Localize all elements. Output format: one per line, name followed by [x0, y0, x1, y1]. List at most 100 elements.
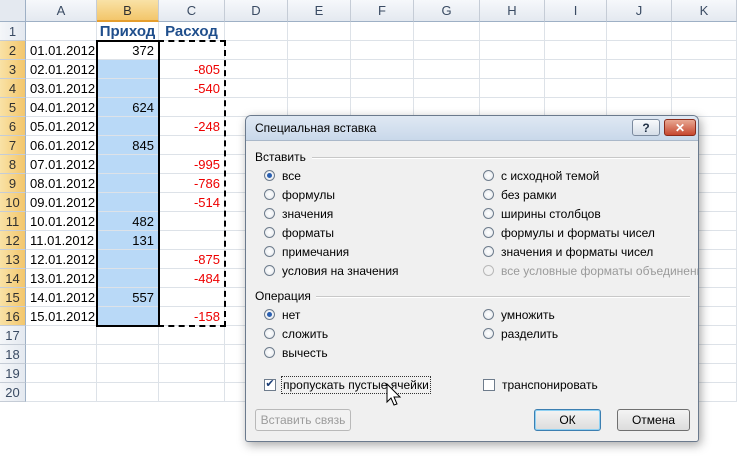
paste-extra-option-4[interactable]: значения и форматы чисел — [483, 243, 653, 260]
cell[interactable] — [607, 79, 672, 98]
operation-extra-option-0[interactable]: умножить — [483, 306, 555, 323]
cell[interactable] — [414, 22, 480, 41]
date-cell[interactable]: 08.01.2012 — [26, 174, 97, 193]
expense-cell[interactable] — [159, 136, 225, 155]
cancel-button[interactable]: Отмена — [617, 409, 690, 431]
cell[interactable] — [288, 60, 351, 79]
cell[interactable] — [351, 79, 414, 98]
income-cell[interactable]: 372 — [97, 41, 159, 60]
cell[interactable] — [351, 41, 414, 60]
row-header-19[interactable]: 19 — [0, 364, 26, 383]
date-cell[interactable]: 13.01.2012 — [26, 269, 97, 288]
paste-extra-option-1[interactable]: без рамки — [483, 186, 557, 203]
cell[interactable] — [26, 326, 97, 345]
cell[interactable] — [288, 22, 351, 41]
cell[interactable] — [97, 364, 159, 383]
income-cell[interactable] — [97, 269, 159, 288]
expense-cell[interactable]: -805 — [159, 60, 225, 79]
cell[interactable] — [414, 41, 480, 60]
cell[interactable] — [225, 22, 288, 41]
row-header-2[interactable]: 2 — [0, 41, 26, 60]
expense-cell[interactable]: -158 — [159, 307, 225, 326]
cell[interactable] — [288, 79, 351, 98]
paste-extra-option-3[interactable]: формулы и форматы чисел — [483, 224, 655, 241]
expense-cell[interactable]: -484 — [159, 269, 225, 288]
date-cell[interactable]: 02.01.2012 — [26, 60, 97, 79]
operation-option-0[interactable]: нет — [264, 306, 300, 323]
row-header-20[interactable]: 20 — [0, 383, 26, 402]
expense-cell[interactable]: -995 — [159, 155, 225, 174]
column-header-i[interactable]: I — [545, 0, 607, 22]
cell[interactable] — [672, 41, 737, 60]
cell[interactable] — [545, 60, 607, 79]
date-cell[interactable]: 04.01.2012 — [26, 98, 97, 117]
cell[interactable] — [545, 79, 607, 98]
date-cell[interactable]: 14.01.2012 — [26, 288, 97, 307]
row-header-1[interactable]: 1 — [0, 22, 26, 41]
row-header-15[interactable]: 15 — [0, 288, 26, 307]
row-header-16[interactable]: 16 — [0, 307, 26, 326]
cell[interactable] — [672, 60, 737, 79]
date-cell[interactable]: 09.01.2012 — [26, 193, 97, 212]
column-header-b[interactable]: B — [97, 0, 159, 22]
income-cell[interactable] — [97, 60, 159, 79]
income-cell[interactable]: 482 — [97, 212, 159, 231]
close-button[interactable]: ✕ — [664, 119, 696, 136]
income-cell[interactable]: 557 — [97, 288, 159, 307]
income-cell[interactable] — [97, 174, 159, 193]
paste-extra-option-0[interactable]: с исходной темой — [483, 167, 599, 184]
cell[interactable] — [480, 60, 545, 79]
date-cell[interactable]: 11.01.2012 — [26, 231, 97, 250]
header-expense[interactable]: Расход — [159, 22, 225, 41]
column-header-c[interactable]: C — [159, 0, 225, 22]
cell[interactable] — [607, 60, 672, 79]
cell[interactable] — [97, 326, 159, 345]
row-header-4[interactable]: 4 — [0, 79, 26, 98]
help-button[interactable]: ? — [632, 119, 660, 136]
date-cell[interactable]: 03.01.2012 — [26, 79, 97, 98]
paste-option-1[interactable]: формулы — [264, 186, 335, 203]
income-cell[interactable]: 845 — [97, 136, 159, 155]
cell[interactable] — [480, 41, 545, 60]
cell[interactable] — [607, 22, 672, 41]
date-cell[interactable]: 05.01.2012 — [26, 117, 97, 136]
cell[interactable] — [159, 383, 225, 402]
operation-option-2[interactable]: вычесть — [264, 344, 328, 361]
expense-cell[interactable] — [159, 288, 225, 307]
row-header-11[interactable]: 11 — [0, 212, 26, 231]
cell[interactable] — [225, 60, 288, 79]
cell[interactable] — [26, 22, 97, 41]
row-header-13[interactable]: 13 — [0, 250, 26, 269]
expense-cell[interactable]: -248 — [159, 117, 225, 136]
income-cell[interactable]: 624 — [97, 98, 159, 117]
row-header-5[interactable]: 5 — [0, 98, 26, 117]
cell[interactable] — [545, 41, 607, 60]
transpose-checkbox[interactable]: транспонировать — [483, 376, 598, 393]
expense-cell[interactable] — [159, 41, 225, 60]
cell[interactable] — [414, 79, 480, 98]
skip-blanks-checkbox[interactable]: ✔ пропускать пустые ячейки — [264, 375, 431, 394]
row-header-9[interactable]: 9 — [0, 174, 26, 193]
operation-option-1[interactable]: сложить — [264, 325, 328, 342]
expense-cell[interactable] — [159, 231, 225, 250]
header-income[interactable]: Приход — [97, 22, 159, 41]
cell[interactable] — [26, 383, 97, 402]
cell[interactable] — [351, 60, 414, 79]
cell[interactable] — [159, 326, 225, 345]
column-header-d[interactable]: D — [225, 0, 288, 22]
row-header-7[interactable]: 7 — [0, 136, 26, 155]
cell[interactable] — [225, 41, 288, 60]
cell[interactable] — [414, 60, 480, 79]
cell[interactable] — [159, 345, 225, 364]
cell[interactable] — [97, 345, 159, 364]
expense-cell[interactable]: -540 — [159, 79, 225, 98]
cell[interactable] — [480, 79, 545, 98]
row-header-8[interactable]: 8 — [0, 155, 26, 174]
dialog-titlebar[interactable]: Специальная вставка ? ✕ — [246, 116, 698, 141]
paste-option-0[interactable]: все — [264, 167, 301, 184]
cell[interactable] — [97, 383, 159, 402]
expense-cell[interactable]: -875 — [159, 250, 225, 269]
cell[interactable] — [672, 22, 737, 41]
cell[interactable] — [159, 364, 225, 383]
cell[interactable] — [288, 41, 351, 60]
